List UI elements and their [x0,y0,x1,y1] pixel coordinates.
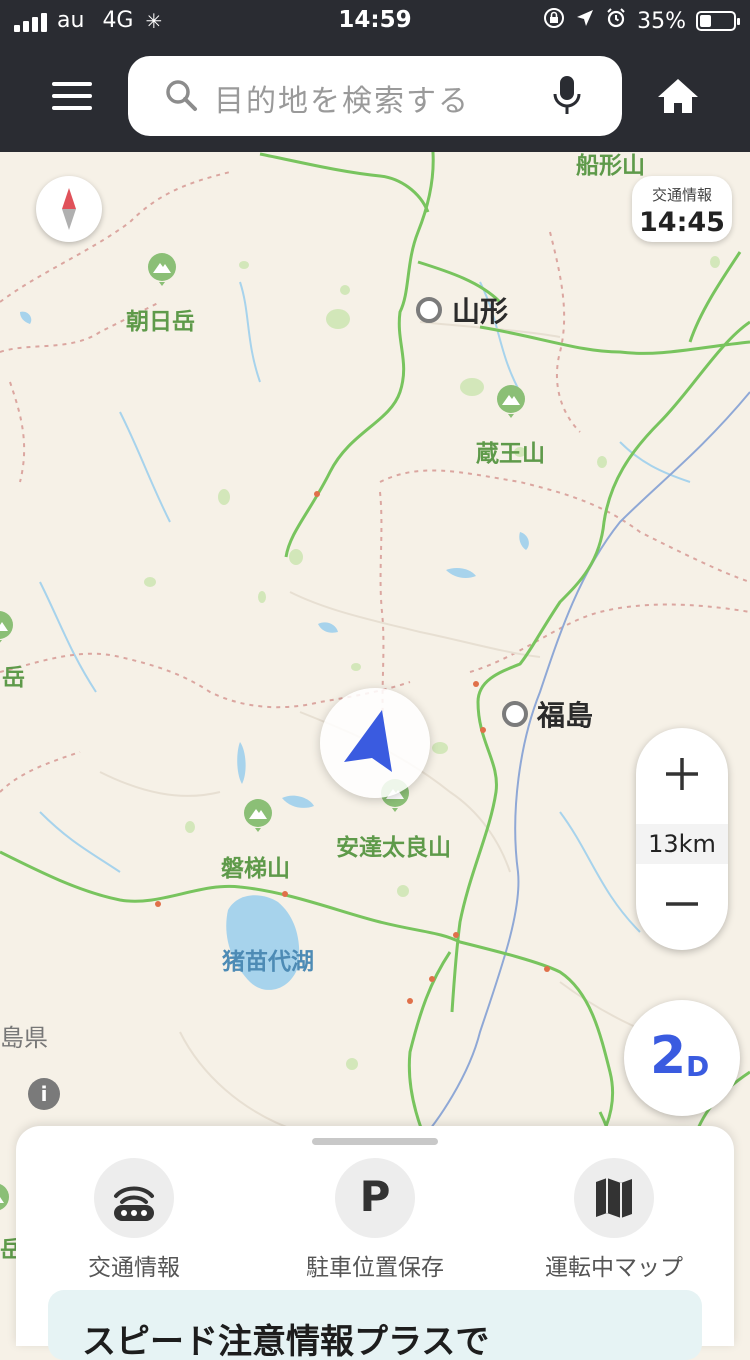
traffic-info-badge[interactable]: 交通情報 14:45 [632,176,732,242]
zoom-control: 13km [636,728,728,950]
map-scale: 13km [636,824,728,864]
sheet-item-label: 駐車位置保存 [306,1255,444,1281]
map-label-fukushima[interactable]: 福島 [537,694,593,734]
traffic-info-title: 交通情報 [651,186,712,204]
map-label-funagata[interactable]: 船形山 [576,152,645,180]
location-arrow-icon [575,8,595,34]
sheet-item-traffic-info[interactable]: 交通情報 [24,1158,244,1282]
mountain-pin-icon[interactable] [494,384,528,418]
map-label-bandaisan[interactable]: 磐梯山 [221,849,290,883]
app-header: 目的地を検索する [0,40,750,152]
sheet-item-driving-map[interactable]: 運転中マップ [504,1158,724,1282]
sheet-item-label: 交通情報 [88,1255,180,1281]
view-mode-number: 2 [650,1026,687,1086]
battery-percent: 35% [637,8,686,34]
map-label-shimaken: 島県 [0,1024,48,1052]
view-mode-letter: D [686,1050,710,1083]
menu-button[interactable] [52,82,92,110]
traffic-signal-icon [114,1186,154,1221]
folded-map-icon [596,1178,632,1218]
status-bar: au 4G ✳ 14:59 35% [0,0,750,40]
city-marker-fukushima[interactable] [502,701,528,727]
bottom-sheet: 交通情報 P 駐車位置保存 運転中マップ スピード注意情報プラスで [16,1126,734,1360]
zoom-in-button[interactable] [636,744,728,804]
promo-text: スピード注意情報プラスで [82,1322,490,1360]
home-icon[interactable] [656,76,700,116]
mountain-pin-icon[interactable] [145,252,179,286]
alarm-icon [605,7,627,35]
battery-icon [696,11,740,31]
compass-icon [62,188,76,230]
current-location-marker[interactable] [320,688,430,798]
mountain-pin-icon[interactable] [0,610,16,644]
microphone-icon[interactable] [552,74,582,118]
map-label-asahidake[interactable]: 朝日岳 [126,302,195,336]
compass-button[interactable] [36,176,102,242]
sheet-item-parking-save[interactable]: P 駐車位置保存 [265,1158,485,1282]
search-icon [166,80,197,111]
sheet-grabber[interactable] [312,1138,438,1145]
traffic-info-time: 14:45 [639,207,725,238]
rotation-lock-icon [543,7,565,35]
city-marker-yamagata[interactable] [416,297,442,323]
view-mode-button[interactable]: 2 D [624,1000,740,1116]
zoom-out-button[interactable] [636,874,728,934]
map-label-zaosan[interactable]: 蔵王山 [476,434,545,468]
map-label-inawashiro[interactable]: 猪苗代湖 [222,942,314,976]
mountain-pin-icon[interactable] [241,798,275,832]
search-bar[interactable]: 目的地を検索する [128,56,622,136]
map-label-adatara[interactable]: 安達太良山 [336,828,451,862]
promo-banner[interactable]: スピード注意情報プラスで [48,1290,702,1360]
map-label-yamagata[interactable]: 山形 [452,290,508,330]
search-placeholder[interactable]: 目的地を検索する [214,76,470,120]
map-info-button[interactable]: i [28,1078,60,1110]
parking-icon: P [359,1172,391,1221]
sheet-item-label: 運転中マップ [545,1255,683,1281]
map-label-dake-left[interactable]: 岳 [2,658,25,692]
mountain-pin-icon[interactable] [0,1182,12,1216]
navigation-arrow-icon [344,710,392,772]
